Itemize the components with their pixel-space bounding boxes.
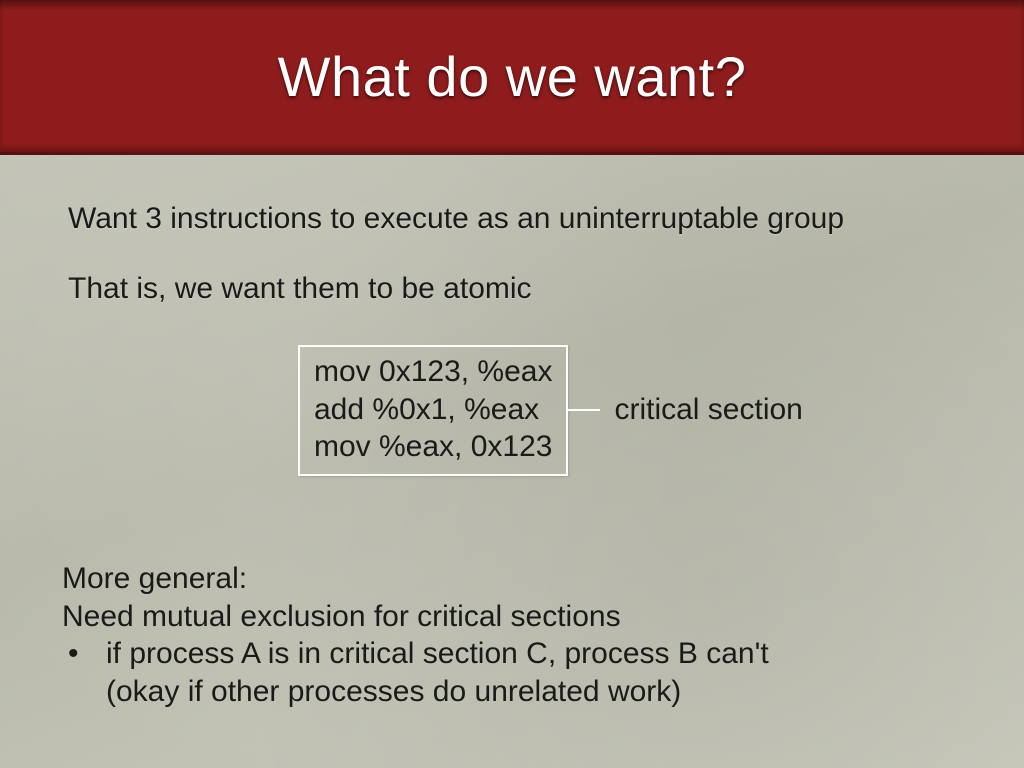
slide-content: Want 3 instructions to execute as an uni… xyxy=(68,200,964,307)
code-box: mov 0x123, %eax add %0x1, %eax mov %eax,… xyxy=(298,345,568,476)
slide-title: What do we want? xyxy=(278,44,747,109)
bullet-line-2: (okay if other processes do unrelated wo… xyxy=(106,673,964,711)
bullet-line-1: if process A is in critical section C, p… xyxy=(106,635,964,673)
code-line-2: add %0x1, %eax xyxy=(314,391,552,429)
slide: What do we want? Want 3 instructions to … xyxy=(0,0,1024,768)
code-group: mov 0x123, %eax add %0x1, %eax mov %eax,… xyxy=(298,345,803,476)
paragraph-1: Want 3 instructions to execute as an uni… xyxy=(68,200,964,238)
code-line-3: mov %eax, 0x123 xyxy=(314,428,552,466)
bullet-row: • if process A is in critical section C,… xyxy=(62,635,964,710)
bottom-block: More general: Need mutual exclusion for … xyxy=(62,560,964,710)
slide-header: What do we want? xyxy=(0,0,1024,155)
connector-line xyxy=(568,409,600,411)
paragraph-2: That is, we want them to be atomic xyxy=(68,270,964,308)
bullet-symbol: • xyxy=(62,635,106,710)
bullet-text: if process A is in critical section C, p… xyxy=(106,635,964,710)
bottom-line-2: Need mutual exclusion for critical secti… xyxy=(62,598,964,636)
critical-section-label: critical section xyxy=(614,393,802,427)
code-line-1: mov 0x123, %eax xyxy=(314,353,552,391)
bottom-line-1: More general: xyxy=(62,560,964,598)
header-shadow xyxy=(0,0,1024,10)
